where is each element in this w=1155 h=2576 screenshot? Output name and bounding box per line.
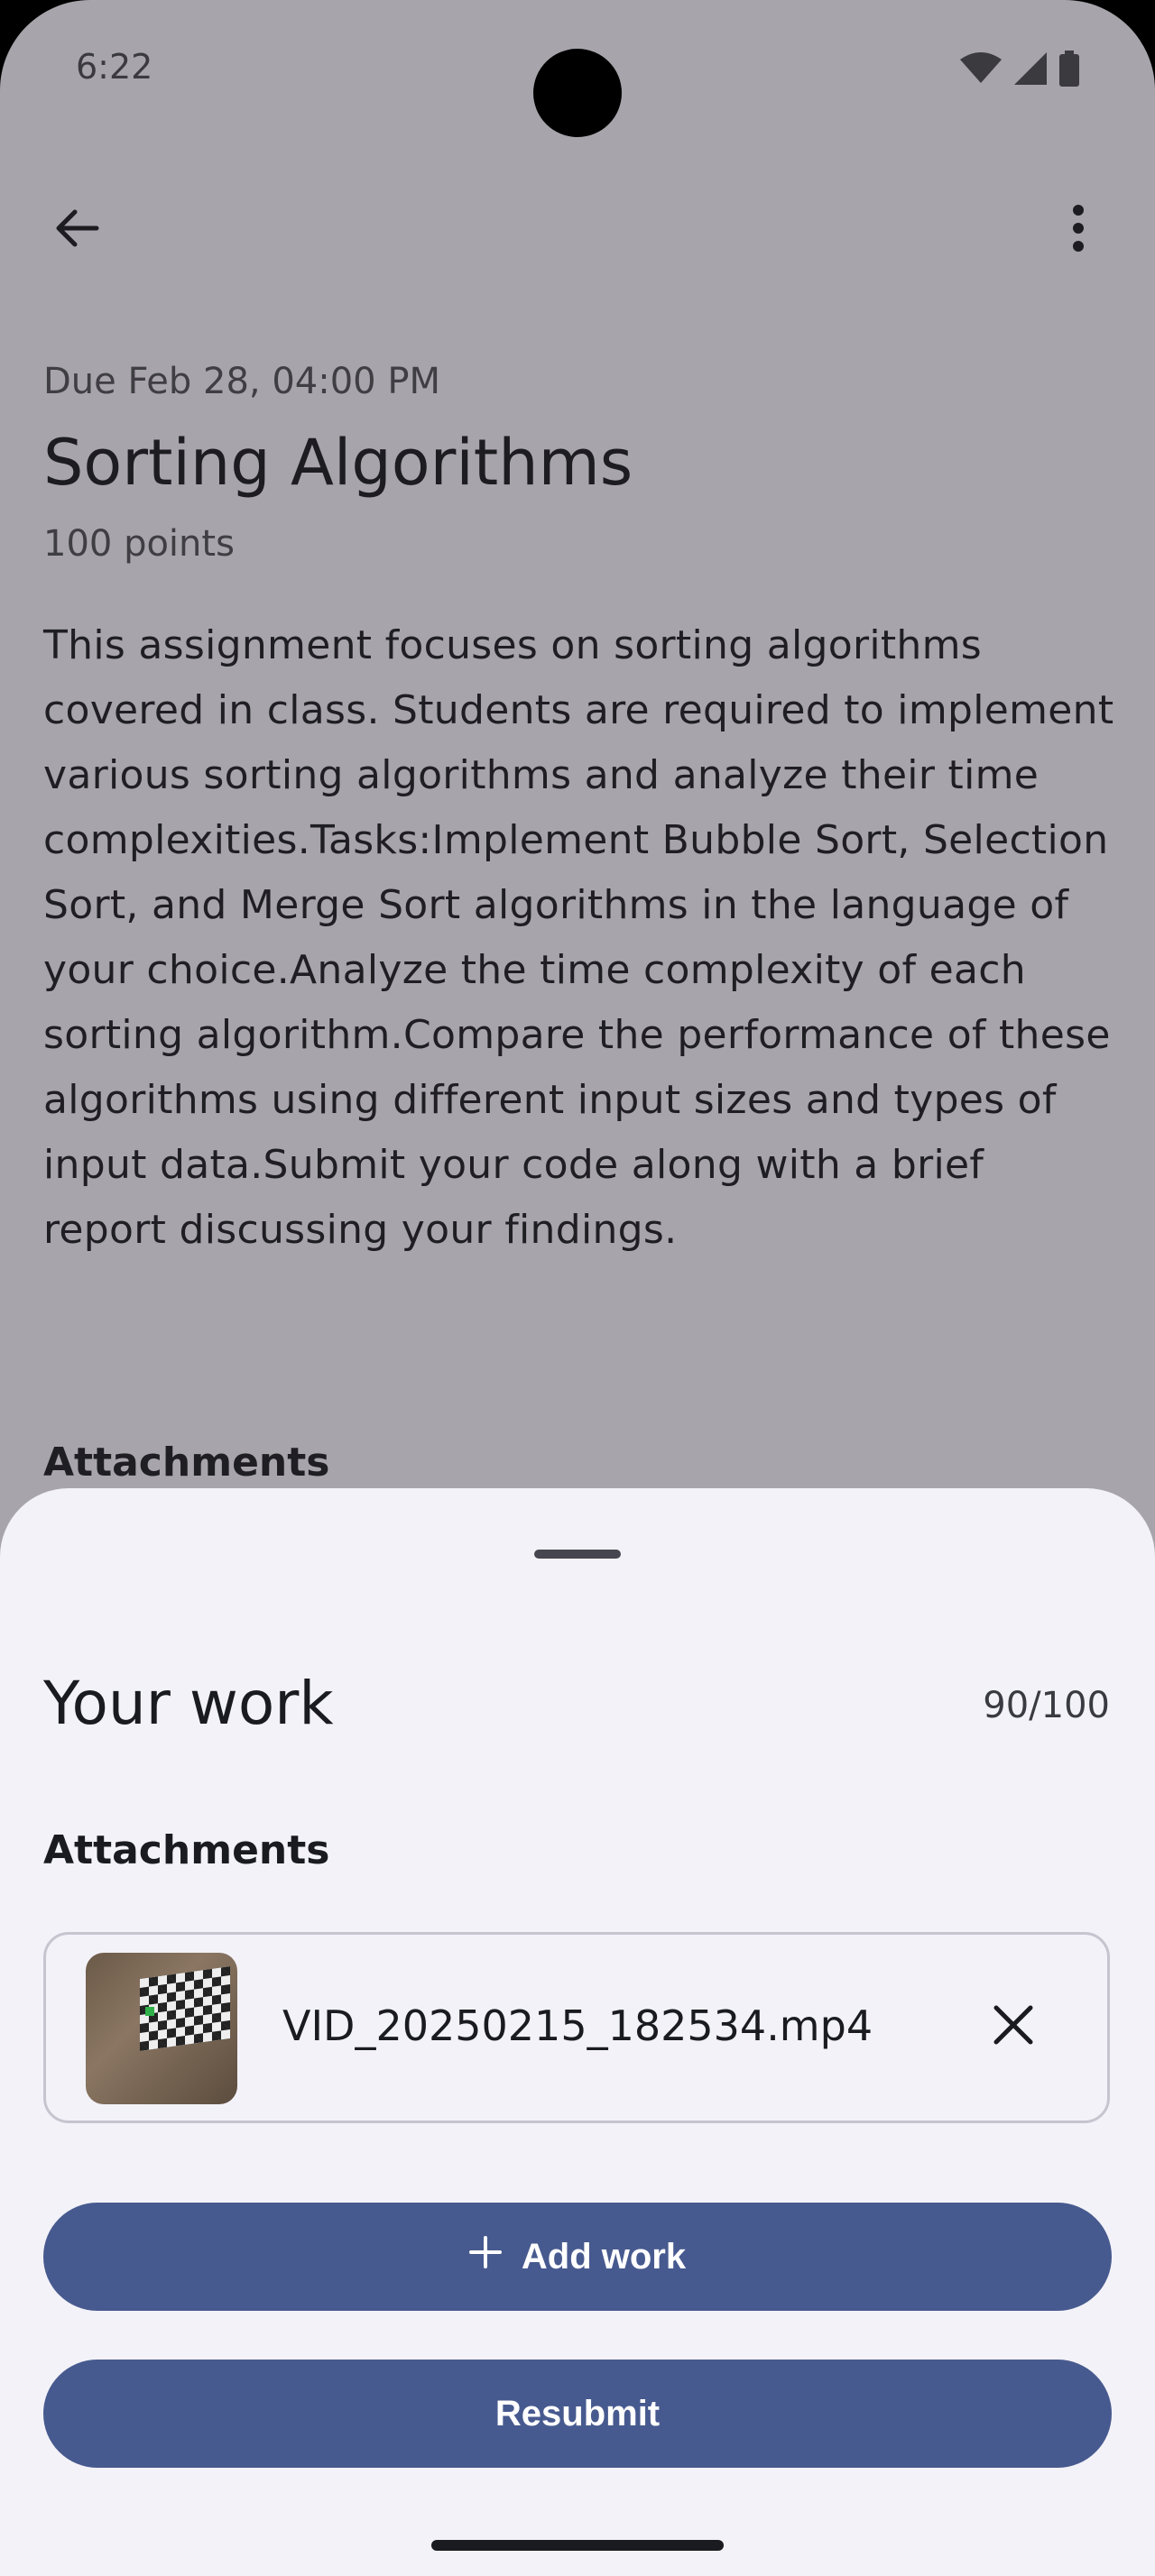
- sheet-title: Your work: [43, 1669, 334, 1738]
- camera-cutout: [533, 49, 622, 137]
- status-time: 6:22: [76, 47, 153, 87]
- assignment-title: Sorting Algorithms: [43, 426, 633, 500]
- signal-icon: [1014, 52, 1047, 88]
- assignment-details: Due Feb 28, 04:00 PM Sorting Algorithms …: [43, 361, 1117, 1263]
- back-button[interactable]: [36, 189, 117, 271]
- attachment-file-name: VID_20250215_182534.mp4: [282, 2001, 873, 2050]
- assignment-points: 100 points: [43, 523, 235, 565]
- due-date: Due Feb 28, 04:00 PM: [43, 361, 440, 402]
- more-options-button[interactable]: [1038, 189, 1119, 271]
- resubmit-label: Resubmit: [494, 2393, 661, 2433]
- add-work-label: Add work: [521, 2236, 687, 2277]
- close-icon: [993, 2004, 1034, 2049]
- attachment-card[interactable]: VID_20250215_182534.mp4: [43, 1932, 1110, 2123]
- grade-badge: 90/100: [983, 1685, 1110, 1726]
- resubmit-button[interactable]: Resubmit: [43, 2360, 1112, 2468]
- video-thumbnail: [86, 1953, 237, 2104]
- add-work-button[interactable]: Add work: [43, 2203, 1112, 2311]
- home-indicator[interactable]: [431, 2540, 724, 2551]
- arrow-back-icon: [53, 205, 100, 255]
- more-vertical-icon: [1069, 203, 1087, 257]
- your-work-sheet: Your work 90/100 Attachments VID_2025021…: [0, 1488, 1155, 2576]
- wifi-icon: [960, 52, 1002, 88]
- sheet-attachments-heading: Attachments: [43, 1827, 330, 1873]
- status-icons: [960, 51, 1079, 90]
- screen: 6:22 Due Feb 28, 04:00 PM Sorting Algori…: [0, 0, 1155, 2576]
- assignment-attachments-heading: Attachments: [43, 1440, 330, 1486]
- battery-icon: [1059, 51, 1079, 90]
- drag-handle[interactable]: [534, 1550, 621, 1559]
- assignment-description: This assignment focuses on sorting algor…: [43, 622, 1114, 1253]
- plus-icon: [468, 2236, 502, 2277]
- remove-attachment-button[interactable]: [968, 1982, 1058, 2072]
